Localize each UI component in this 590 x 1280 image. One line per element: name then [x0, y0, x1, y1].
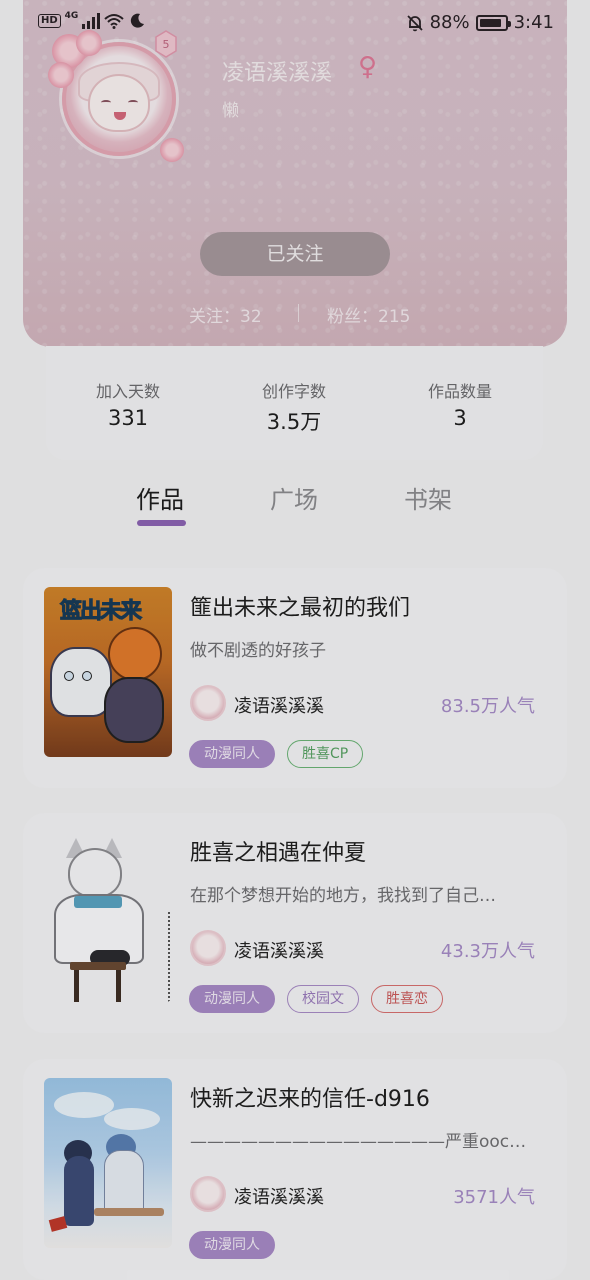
character-illustration [104, 677, 164, 743]
character-eye [82, 671, 92, 681]
stool-leg [116, 970, 121, 1002]
stats-divider [298, 304, 299, 322]
popularity-count: 83.5万人气 [440, 696, 535, 717]
avatar-eye-right [128, 100, 138, 105]
popularity-count: 43.3万人气 [440, 941, 535, 962]
work-title[interactable]: 篚出未来之最初的我们 [190, 590, 410, 622]
character-body [64, 1156, 94, 1226]
level-badge-icon: 5 [155, 30, 177, 58]
battery-percent: 88% [429, 12, 470, 33]
tag[interactable]: 胜喜CP [287, 740, 364, 768]
profile-username: 凌语溪溪溪 [222, 61, 333, 86]
character-head [68, 848, 122, 898]
dotted-line-decoration [168, 912, 170, 1002]
clock-time: 3:41 [513, 12, 554, 33]
work-title[interactable]: 快新之迟来的信任-d916 [190, 1081, 430, 1113]
avatar-eye-left [101, 100, 111, 105]
moon-icon [131, 13, 145, 28]
bell-muted-icon [406, 14, 423, 31]
stool-leg [74, 970, 79, 1002]
profile-avatar[interactable]: 5 [48, 30, 190, 170]
author-name[interactable]: 凌语溪溪溪 [234, 692, 324, 718]
tag[interactable]: 动漫同人 [189, 985, 275, 1013]
tag[interactable]: 动漫同人 [189, 1231, 275, 1259]
tag-list: 动漫同人 校园文 胜喜恋 [189, 985, 443, 1013]
book-illustration [48, 1216, 68, 1232]
profile-bio: 懒 [222, 101, 239, 121]
character-eye [64, 671, 74, 681]
tag[interactable]: 胜喜恋 [371, 985, 443, 1013]
work-description: 在那个梦想开始的地方，我找到了自己… [190, 886, 496, 906]
tag-list: 动漫同人 [189, 1231, 275, 1259]
flower-decoration [76, 30, 102, 56]
tab-square[interactable]: 广场 [270, 480, 318, 515]
stat-join-days: 加入天数 331 [58, 378, 198, 430]
author-name[interactable]: 凌语溪溪溪 [234, 1183, 324, 1209]
stat-value: 3 [453, 406, 467, 430]
wifi-icon [104, 14, 124, 29]
stat-value: 331 [107, 406, 149, 430]
work-card[interactable]: 篮出未来 篚出未来之最初的我们 做不剧透的好孩子 凌语溪溪溪 83.5万人气 动… [23, 568, 567, 788]
avatar-face [88, 74, 150, 132]
tag[interactable]: 动漫同人 [189, 740, 275, 768]
network-label: 4G [64, 11, 79, 21]
work-cover-image[interactable] [44, 1078, 172, 1248]
tag-list: 动漫同人 胜喜CP [189, 740, 364, 768]
character-illustration [50, 647, 112, 717]
tab-bookshelf[interactable]: 书架 [404, 480, 452, 515]
battery-level-fill [479, 18, 501, 27]
tab-works[interactable]: 作品 [136, 480, 184, 515]
cover-title-logo: 篮出未来 [59, 599, 142, 625]
stat-works-count: 作品数量 3 [390, 378, 530, 430]
fans-count[interactable]: 粉丝：215 [327, 302, 410, 327]
flower-decoration [48, 62, 74, 88]
stats-card: 加入天数 331 创作字数 3.5万 作品数量 3 [46, 346, 543, 460]
hd-badge: HD [38, 14, 61, 28]
status-bar-left: HD 4G [38, 11, 146, 30]
stat-word-count: 创作字数 3.5万 [224, 378, 364, 436]
popularity-count: 3571人气 [453, 1187, 535, 1208]
work-description: ———————————————严重ooc… [190, 1132, 527, 1152]
work-description: 做不剧透的好孩子 [190, 641, 326, 661]
stat-value: 3.5万 [266, 410, 322, 434]
author-avatar[interactable] [190, 685, 226, 721]
character-scarf [74, 896, 122, 908]
stat-label: 作品数量 [427, 382, 492, 401]
following-count[interactable]: 关注：32 [189, 302, 262, 327]
work-card[interactable]: 胜喜之相遇在仲夏 在那个梦想开始的地方，我找到了自己… 凌语溪溪溪 43.3万人… [23, 813, 567, 1033]
author-avatar[interactable] [190, 930, 226, 966]
follow-stats: 关注：32 粉丝：215 [0, 300, 590, 327]
basketball-illustration [108, 627, 162, 681]
stat-label: 创作字数 [261, 382, 326, 401]
character-body [104, 1150, 144, 1214]
flower-decoration [160, 138, 184, 162]
battery-icon [475, 14, 511, 31]
tag[interactable]: 校园文 [287, 985, 359, 1013]
author-avatar[interactable] [190, 1176, 226, 1212]
work-cover-image[interactable] [44, 832, 172, 1002]
signal-icon [82, 13, 101, 29]
followed-button[interactable]: 已关注 [200, 232, 390, 276]
work-card[interactable]: 快新之迟来的信任-d916 ———————————————严重ooc… 凌语溪溪… [23, 1059, 567, 1280]
stat-label: 加入天数 [95, 382, 160, 401]
work-cover-image[interactable]: 篮出未来 [44, 587, 172, 757]
tab-active-indicator [137, 520, 186, 526]
stool-illustration [70, 962, 126, 970]
svg-text:5: 5 [163, 38, 170, 51]
author-name[interactable]: 凌语溪溪溪 [234, 937, 324, 963]
bench-illustration [94, 1208, 164, 1216]
status-bar-right: 88% 3:41 [406, 12, 554, 33]
cloud-illustration [104, 1108, 160, 1130]
female-gender-icon: ♀ [358, 52, 378, 82]
work-title[interactable]: 胜喜之相遇在仲夏 [190, 835, 366, 867]
